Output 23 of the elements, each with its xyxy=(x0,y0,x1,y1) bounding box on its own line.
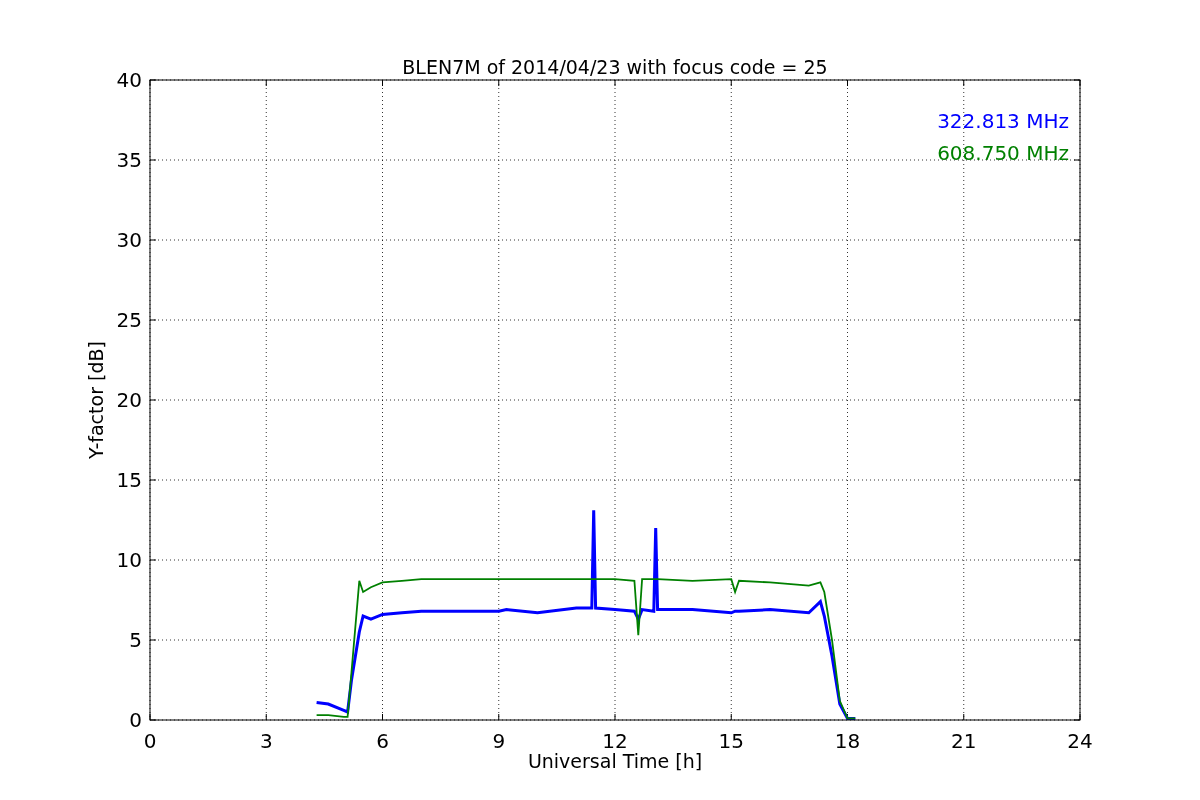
x-tick-label: 18 xyxy=(834,729,861,753)
y-tick-label: 0 xyxy=(129,708,142,732)
x-tick-label: 6 xyxy=(376,729,389,753)
x-tick-label: 12 xyxy=(602,729,628,753)
y-tick-label: 40 xyxy=(116,68,142,92)
x-axis-label: Universal Time [h] xyxy=(527,750,703,772)
y-tick-label: 15 xyxy=(116,468,142,492)
y-tick-label: 5 xyxy=(129,628,142,652)
y-tick-label: 30 xyxy=(116,228,142,252)
y-axis-label: Y-factor [dB] xyxy=(85,341,107,459)
y-tick-label: 10 xyxy=(116,548,142,572)
x-tick-label: 24 xyxy=(1067,729,1093,753)
legend-label: 608.750 MHz xyxy=(937,141,1069,165)
x-tick-label: 9 xyxy=(492,729,506,753)
y-tick-label: 35 xyxy=(116,148,142,172)
chart-title: BLEN7M of 2014/04/23 with focus code = 25 xyxy=(402,56,828,78)
y-tick-label: 25 xyxy=(116,308,142,332)
x-tick-label: 21 xyxy=(951,729,977,753)
legend-label: 322.813 MHz xyxy=(937,109,1069,133)
x-tick-label: 3 xyxy=(259,729,273,753)
y-tick-label: 20 xyxy=(116,388,142,412)
x-tick-label: 0 xyxy=(143,729,157,753)
x-tick-label: 15 xyxy=(718,729,744,753)
